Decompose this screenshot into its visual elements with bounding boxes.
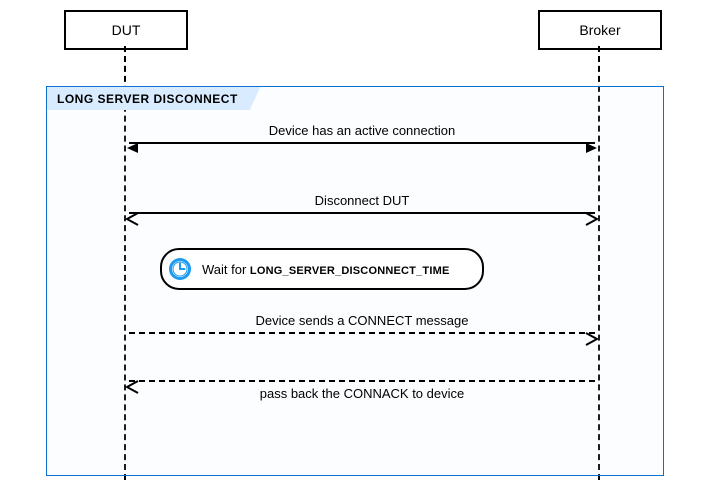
message-line: [129, 142, 595, 144]
message-connect-label: Device sends a CONNECT message: [126, 313, 598, 328]
fragment-label: LONG SERVER DISCONNECT: [46, 86, 261, 110]
participant-broker: Broker: [538, 10, 662, 50]
arrowhead-left-icon: [126, 142, 138, 154]
sequence-diagram: DUT Broker LONG SERVER DISCONNECT Device…: [0, 0, 716, 500]
arrowhead-right-icon: [586, 142, 598, 154]
message-line: [129, 212, 595, 214]
message-active-connection-label: Device has an active connection: [126, 123, 598, 138]
wait-step-label: Wait for LONG_SERVER_DISCONNECT_TIME: [202, 262, 450, 277]
message-line: [129, 332, 595, 334]
participant-dut-label: DUT: [112, 22, 141, 38]
arrowhead-right-open-icon: [584, 212, 598, 226]
participant-dut: DUT: [64, 10, 188, 50]
wait-step: Wait for LONG_SERVER_DISCONNECT_TIME: [160, 248, 484, 290]
arrowhead-left-open-icon: [126, 212, 140, 226]
message-line: [129, 380, 595, 382]
participant-broker-label: Broker: [579, 22, 620, 38]
message-connack-label: pass back the CONNACK to device: [126, 386, 598, 401]
wait-prefix: Wait for: [202, 262, 250, 277]
message-disconnect-dut-label: Disconnect DUT: [126, 193, 598, 208]
clock-icon: [168, 257, 192, 281]
arrowhead-right-open-icon: [584, 332, 598, 346]
fragment-label-wrap: LONG SERVER DISCONNECT: [46, 86, 261, 110]
wait-constant: LONG_SERVER_DISCONNECT_TIME: [250, 265, 450, 277]
